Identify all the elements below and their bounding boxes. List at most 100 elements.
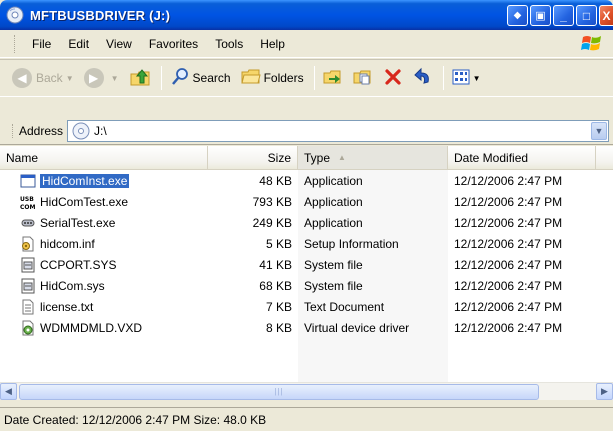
exe-window-icon: [20, 173, 36, 189]
system-file-icon: [20, 278, 36, 294]
file-row[interactable]: WDMMDMLD.VXD 8 KB Virtual device driver 12/…: [0, 317, 613, 338]
menubar-grip[interactable]: [14, 34, 17, 53]
views-button[interactable]: ▼: [448, 66, 485, 91]
serial-cable-icon: [20, 215, 36, 231]
file-name: hidcom.inf: [40, 236, 95, 251]
back-button[interactable]: ◀ Back ▼: [8, 65, 78, 91]
folders-button[interactable]: Folders: [237, 64, 308, 93]
minimize-button[interactable]: _: [553, 5, 574, 26]
close-button[interactable]: X: [599, 5, 613, 26]
menu-favorites[interactable]: Favorites: [142, 35, 205, 53]
window-title: MFTBUSBDRIVER (J:): [30, 7, 171, 23]
file-type: Application: [304, 173, 363, 188]
address-bar: Address J:\ ▼: [0, 117, 613, 145]
undo-button[interactable]: [409, 64, 437, 93]
file-date-modified: 12/12/2006 2:47 PM: [454, 173, 563, 188]
search-label: Search: [192, 71, 231, 85]
file-name: HidComTest.exe: [40, 194, 129, 209]
back-dropdown-icon[interactable]: ▼: [66, 74, 74, 83]
forward-dropdown-icon[interactable]: ▼: [111, 74, 119, 83]
setup-info-icon: [20, 236, 36, 252]
maximize-button[interactable]: □: [576, 5, 597, 26]
address-dropdown-icon[interactable]: ▼: [591, 121, 607, 140]
standard-toolbar: ◀ Back ▼ ▶ ▼ Search Folders ▼: [0, 59, 613, 97]
file-size: 8 KB: [265, 320, 292, 335]
column-size-label: Size: [267, 150, 291, 165]
folders-label: Folders: [263, 71, 304, 85]
column-header-name[interactable]: Name: [0, 146, 208, 169]
file-name-cell[interactable]: WDMMDMLD.VXD: [0, 320, 208, 336]
file-list-view[interactable]: Name Size Type ▲ Date Modified HidComIns…: [0, 146, 613, 386]
status-bar: Date Created: 12/12/2006 2:47 PM Size: 4…: [0, 407, 613, 431]
file-size: 793 KB: [252, 194, 292, 209]
copy-to-button[interactable]: [349, 64, 377, 93]
text-document-icon: [20, 299, 36, 315]
scroll-thumb[interactable]: |||: [19, 383, 539, 400]
menu-view[interactable]: View: [99, 35, 139, 53]
column-header-date[interactable]: Date Modified: [448, 146, 596, 169]
file-row[interactable]: license.txt 7 KB Text Document 12/12/2006 2…: [0, 296, 613, 317]
file-row[interactable]: hidcom.inf 5 KB Setup Information 12/12/200…: [0, 233, 613, 254]
status-text: Date Created: 12/12/2006 2:47 PM Size: 4…: [4, 412, 267, 427]
file-date-modified: 12/12/2006 2:47 PM: [454, 215, 563, 230]
column-name-label: Name: [6, 150, 39, 165]
address-label: Address: [12, 123, 63, 138]
file-row[interactable]: CCPORT.SYS 41 KB System file 12/12/2006 2:4…: [0, 254, 613, 275]
file-date-modified: 12/12/2006 2:47 PM: [454, 278, 563, 293]
file-name-cell[interactable]: CCPORT.SYS: [0, 257, 208, 273]
usb-com-icon: USB COM: [20, 193, 36, 210]
up-folder-icon: [129, 66, 151, 91]
move-to-icon: [323, 67, 343, 90]
restore-down-button[interactable]: ▣: [530, 5, 551, 26]
title-bar[interactable]: MFTBUSBDRIVER (J:) ◆ ▣ _ □ X: [0, 0, 613, 30]
delete-button[interactable]: [379, 64, 407, 93]
file-size: 249 KB: [252, 215, 292, 230]
file-name-cell[interactable]: USB COM HidComTest.exe: [0, 193, 208, 210]
file-name-cell[interactable]: SerialTest.exe: [0, 215, 208, 231]
forward-arrow-icon: ▶: [83, 68, 104, 88]
move-to-button[interactable]: [319, 64, 347, 93]
file-name: WDMMDMLD.VXD: [40, 320, 142, 335]
file-date-modified: 12/12/2006 2:47 PM: [454, 194, 563, 209]
horizontal-scrollbar[interactable]: ◀ ||| ▶: [0, 382, 613, 400]
menu-edit[interactable]: Edit: [61, 35, 96, 53]
undo-arrow-icon: [413, 67, 433, 90]
file-name: CCPORT.SYS: [40, 257, 117, 272]
file-row[interactable]: USB COM HidComTest.exe 793 KB Application 12/…: [0, 191, 613, 212]
file-name-cell[interactable]: hidcom.inf: [0, 236, 208, 252]
back-label: Back: [36, 71, 63, 85]
scroll-right-button[interactable]: ▶: [596, 383, 613, 400]
folders-icon: [240, 67, 261, 90]
restore-icon-button[interactable]: ◆: [507, 5, 528, 26]
file-row[interactable]: HidComInst.exe 48 KB Application 12/12/2006…: [0, 170, 613, 191]
menu-tools[interactable]: Tools: [208, 35, 250, 53]
file-date-modified: 12/12/2006 2:47 PM: [454, 299, 563, 314]
file-size: 48 KB: [259, 173, 292, 188]
file-name-cell[interactable]: HidComInst.exe: [0, 173, 208, 189]
up-folder-button[interactable]: [125, 63, 155, 94]
forward-button[interactable]: ▶ ▼: [80, 65, 123, 91]
file-type: Text Document: [304, 299, 385, 314]
file-name-cell[interactable]: HidCom.sys: [0, 278, 208, 294]
scroll-left-button[interactable]: ◀: [0, 383, 17, 400]
views-dropdown-icon[interactable]: ▼: [473, 74, 481, 83]
file-type: System file: [304, 257, 363, 272]
column-header-type[interactable]: Type ▲: [298, 146, 448, 169]
file-row[interactable]: HidCom.sys 68 KB System file 12/12/2006 2:4…: [0, 275, 613, 296]
column-header-row: Name Size Type ▲ Date Modified: [0, 146, 613, 170]
column-header-size[interactable]: Size: [208, 146, 298, 169]
file-size: 7 KB: [265, 299, 292, 314]
search-icon: [170, 67, 190, 90]
menu-bar: File Edit View Favorites Tools Help: [0, 30, 613, 58]
search-button[interactable]: Search: [166, 64, 235, 93]
address-field[interactable]: J:\ ▼: [67, 119, 609, 142]
file-size: 41 KB: [259, 257, 292, 272]
file-name: license.txt: [40, 299, 94, 314]
menu-file[interactable]: File: [25, 35, 58, 53]
column-date-label: Date Modified: [454, 150, 529, 165]
file-type: Application: [304, 215, 363, 230]
file-row[interactable]: SerialTest.exe 249 KB Application 12/12/200…: [0, 212, 613, 233]
file-name-cell[interactable]: license.txt: [0, 299, 208, 315]
file-date-modified: 12/12/2006 2:47 PM: [454, 236, 563, 251]
menu-help[interactable]: Help: [253, 35, 292, 53]
